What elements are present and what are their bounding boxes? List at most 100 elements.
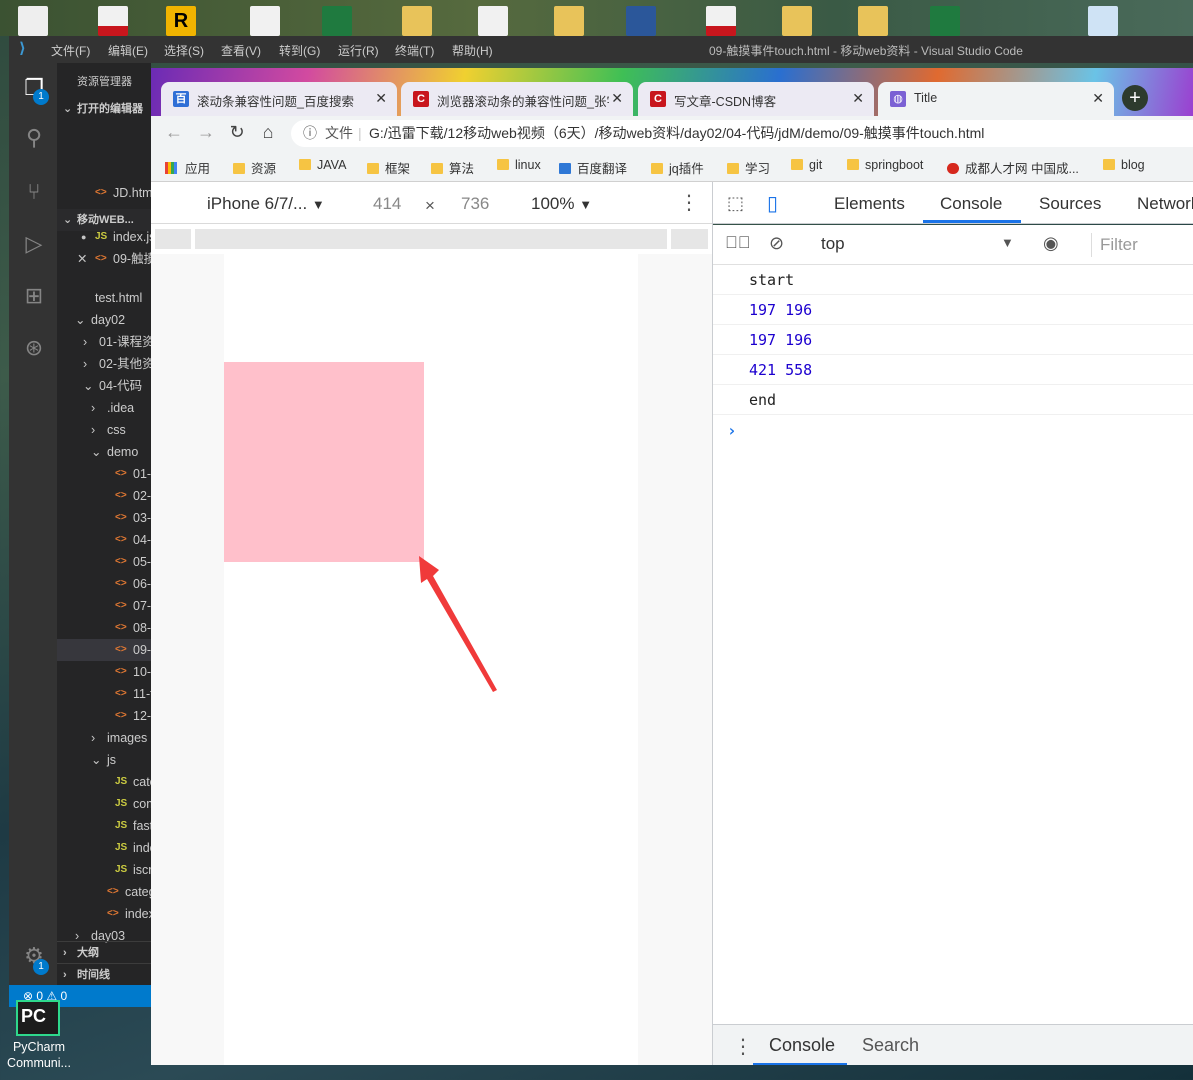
explorer-file[interactable]: <> 11-tap.html [57,683,151,705]
explorer-file[interactable]: test.html [57,287,151,309]
source-control-icon[interactable]: ⑂ [21,179,47,205]
folder-icon[interactable] [858,6,888,36]
explorer-file[interactable]: <> 05-不定宽.html [57,551,151,573]
close-icon[interactable]: ✕ [852,90,864,107]
timeline-header[interactable]: › 时间线 [57,963,151,985]
menu-help[interactable]: 帮助(H) [452,42,493,59]
close-icon[interactable]: ✕ [77,248,87,270]
explorer-folder[interactable]: ⌄ 04-代码 [57,375,151,397]
search-icon[interactable]: ⚲ [21,125,47,151]
menu-run[interactable]: 运行(R) [338,42,379,59]
explorer-folder[interactable]: ⌄ js [57,749,151,771]
rockstar-icon[interactable]: R [166,6,196,36]
new-tab-plus-icon[interactable]: + [1122,85,1148,111]
bookmark-item[interactable]: springboot [847,158,923,172]
explorer-file[interactable]: <> JD.html [57,182,151,204]
close-icon[interactable]: ✕ [611,90,623,107]
settings-file-icon[interactable] [18,6,48,36]
explorer-file[interactable]: JS common.js [57,793,151,815]
device-select[interactable]: iPhone 6/7/... ▼ [207,194,325,214]
bookmark-item[interactable]: 学习 [727,158,770,177]
document-file-icon[interactable] [478,6,508,36]
explorer-file[interactable]: JS fastclick.js [57,815,151,837]
tab-sources[interactable]: Sources [1039,194,1101,214]
zoom-select[interactable]: 100% ▼ [531,194,592,214]
explorer-file[interactable]: <> ✕ 09-触摸事件touch.html [57,248,151,270]
document-file-icon[interactable] [250,6,280,36]
explorer-file[interactable]: <> 10-手势.html [57,661,151,683]
tab-console[interactable]: Console [940,194,1002,214]
menu-selection[interactable]: 选择(S) [164,42,204,59]
console-prompt-chevron-icon[interactable]: › [727,421,737,440]
workspace-header[interactable]: ⌄ 移动WEB... [57,209,151,231]
explorer-file[interactable]: JS category.js [57,771,151,793]
clear-console-icon[interactable]: ⊘ [769,233,784,254]
tab-csdn-write[interactable]: C 写文章-CSDN博客 ✕ [638,82,874,116]
remote-icon[interactable]: ⊛ [21,335,47,361]
tab-elements[interactable]: Elements [834,194,905,214]
tab-title-active[interactable]: ◍ Title ✕ [878,82,1114,116]
menu-view[interactable]: 查看(V) [221,42,261,59]
explorer-file[interactable]: <> 02-viewport.html [57,485,151,507]
explorer-folder[interactable]: ⌄ day02 [57,309,151,331]
explorer-file[interactable]: <> 07-点击.html [57,595,151,617]
explorer-file[interactable]: <> 03-适配.html [57,507,151,529]
console-filter-input[interactable]: Filter [1091,233,1193,257]
explorer-file[interactable]: <> index.html [57,903,151,925]
extensions-icon[interactable]: ⊞ [21,283,47,309]
envelope-icon[interactable] [1088,6,1118,36]
explorer-folder[interactable]: › css [57,419,151,441]
back-arrow-icon[interactable]: ← [163,122,185,143]
explorer-folder[interactable]: › 01-课程资料 [57,331,151,353]
tab-network[interactable]: Network [1137,194,1193,214]
sidebar-toggle-icon[interactable]: ▶⃞ [725,233,751,253]
excel-file-icon[interactable] [930,6,960,36]
bookmark-item[interactable]: blog [1103,158,1145,172]
close-icon[interactable]: ✕ [1092,90,1104,107]
bookmark-item[interactable]: jq插件 [651,158,704,177]
menu-terminal[interactable]: 终端(T) [395,42,434,59]
drawer-tab-search[interactable]: Search [862,1035,919,1056]
more-options-icon[interactable]: ⋮ [679,190,699,215]
menu-file[interactable]: 文件(F) [51,42,90,59]
menu-go[interactable]: 转到(G) [279,42,320,59]
bookmark-item[interactable]: JAVA [299,158,346,172]
bookmark-apps[interactable]: 应用 [165,158,210,177]
bookmark-item[interactable]: 算法 [431,158,474,177]
explorer-file[interactable]: <> 08-图片.html [57,617,151,639]
bookmark-item[interactable]: linux [497,158,541,172]
explorer-file[interactable]: JS index.js [57,837,151,859]
explorer-file[interactable]: <> 06-box-sizing.html [57,573,151,595]
inspect-element-icon[interactable]: ⬚ [727,193,744,214]
live-expression-eye-icon[interactable]: ◉ [1043,233,1059,254]
home-icon[interactable]: ⌂ [257,122,279,143]
tab-baidu-search[interactable]: 百 滚动条兼容性问题_百度搜索 ✕ [161,82,397,116]
folder-icon[interactable] [782,6,812,36]
explorer-file[interactable]: <> 09-触摸事件touch.html [57,639,151,661]
explorer-folder[interactable]: › images [57,727,151,749]
drawer-menu-icon[interactable]: ⋮ [733,1034,753,1059]
explorer-folder[interactable]: ⌄ demo [57,441,151,463]
device-toggle-icon[interactable]: ▯ [767,191,778,216]
explorer-file[interactable]: <> 01-流式布局.html [57,463,151,485]
explorer-folder[interactable]: › .idea [57,397,151,419]
word-file-icon[interactable] [626,6,656,36]
device-height-input[interactable]: 736 [461,194,489,214]
explorer-file[interactable]: <> 12-两栏.html [57,705,151,727]
bookmark-item[interactable]: 百度翻译 [559,158,627,177]
excel-file-icon[interactable] [322,6,352,36]
folder-icon[interactable] [554,6,584,36]
explorer-file[interactable]: JS iscroll.js [57,859,151,881]
explorer-file[interactable]: <> 04-非主流.html [57,529,151,551]
device-width-input[interactable]: 414 [373,194,401,214]
forward-arrow-icon[interactable]: → [195,122,217,143]
explorer-file[interactable]: <> category.html [57,881,151,903]
pycharm-icon[interactable]: PC [16,1000,60,1036]
close-icon[interactable]: ✕ [375,90,387,107]
outline-header[interactable]: › 大纲 [57,941,151,963]
folder-icon[interactable] [402,6,432,36]
bookmark-item[interactable]: 框架 [367,158,410,177]
touch-target-box[interactable] [224,362,424,562]
run-debug-icon[interactable]: ▷ [21,231,47,257]
drawer-tab-console[interactable]: Console [769,1035,835,1056]
